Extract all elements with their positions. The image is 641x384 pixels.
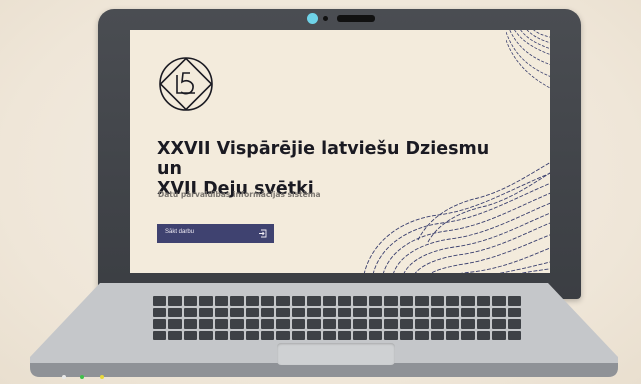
- start-work-button[interactable]: Sākt darbu: [157, 224, 274, 243]
- webcam-sensor: [323, 16, 328, 21]
- power-led-icon: [62, 375, 66, 379]
- wave-pattern-top: [506, 30, 550, 89]
- keyboard: [153, 296, 521, 340]
- laptop-base: [30, 283, 618, 379]
- webcam-slot: [337, 15, 375, 22]
- wave-pattern-bottom: [364, 162, 550, 273]
- webcam-lens: [307, 13, 318, 24]
- touchpad: [277, 343, 395, 365]
- page-subtitle: Datu pārvaldības informācijas sistēma: [158, 190, 321, 199]
- laptop-screen: XXVII Vispārējie latviešu Dziesmu un XVI…: [130, 30, 550, 273]
- start-work-button-label: Sākt darbu: [165, 229, 195, 235]
- festival-emblem-icon: [159, 57, 213, 111]
- status-led-icon: [80, 375, 84, 379]
- sign-in-icon: [259, 229, 267, 238]
- webcam-icon: [307, 12, 375, 26]
- charge-led-icon: [100, 375, 104, 379]
